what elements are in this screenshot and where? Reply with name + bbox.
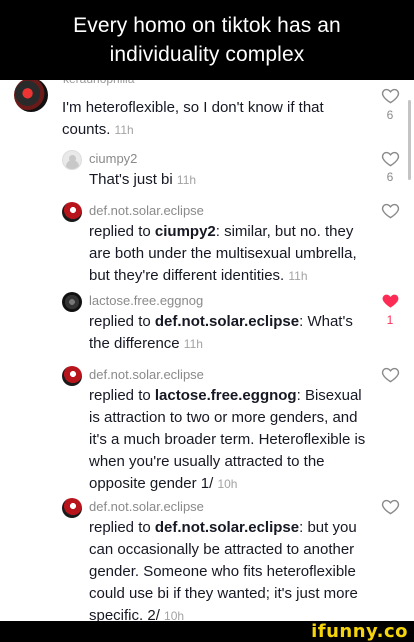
comment-text: I'm heteroflexible, so I don't know if t… — [62, 99, 324, 138]
heart-icon[interactable] — [381, 497, 400, 516]
heart-icon[interactable] — [381, 201, 400, 220]
heart-icon[interactable] — [381, 365, 400, 384]
avatar[interactable] — [62, 202, 82, 222]
reply-to-username[interactable]: lactose.free.eggnog — [155, 387, 297, 404]
comment-username[interactable]: keraunophilia — [63, 80, 134, 86]
comment-text: replied to def.not.solar.eclipse: What's… — [89, 313, 353, 352]
reply-to-username[interactable]: def.not.solar.eclipse — [155, 519, 299, 536]
comment-timestamp: 10h — [164, 609, 185, 621]
reply-to-username[interactable]: def.not.solar.eclipse — [155, 313, 299, 330]
ifunny-watermark: ifunny.co — [311, 621, 408, 642]
avatar[interactable] — [14, 80, 48, 112]
comment-timestamp: 11h — [176, 173, 197, 187]
comment-text: That's just bi 11h — [89, 171, 197, 188]
heart-icon[interactable] — [381, 149, 400, 168]
comment-username[interactable]: def.not.solar.eclipse — [89, 367, 204, 382]
comment-timestamp: 11h — [183, 337, 203, 351]
caption-line-1: Every homo on tiktok has an — [73, 14, 341, 37]
comment-text: replied to lactose.free.eggnog: Bisexual… — [89, 387, 366, 492]
comment-timestamp: 10h — [217, 477, 238, 491]
comment-username[interactable]: ciumpy2 — [89, 151, 137, 166]
like-count: 6 — [386, 108, 394, 122]
heart-filled-icon[interactable] — [381, 291, 400, 310]
heart-icon[interactable] — [381, 86, 400, 105]
comment-text: replied to ciumpy2: similar, but no. the… — [89, 223, 357, 284]
avatar[interactable] — [62, 366, 82, 386]
comment-username[interactable]: def.not.solar.eclipse — [89, 499, 204, 514]
comment-timestamp: 11h — [288, 269, 308, 283]
scrollbar[interactable] — [408, 100, 411, 180]
like-count: 6 — [386, 170, 394, 184]
comment-username[interactable]: lactose.free.eggnog — [89, 293, 203, 308]
avatar[interactable] — [62, 498, 82, 518]
avatar[interactable] — [62, 150, 82, 170]
caption-line-2: individuality complex — [109, 43, 305, 66]
comments-screen: keraunophilia I'm heteroflexible, so I d… — [0, 80, 414, 621]
footer-bar: ifunny.co — [0, 621, 414, 642]
comment-timestamp: 11h — [114, 123, 134, 137]
reply-to-username[interactable]: ciumpy2 — [155, 223, 216, 240]
like-count: 1 — [386, 313, 394, 327]
meme-caption: Every homo on tiktok has an individualit… — [0, 0, 414, 80]
comment-username[interactable]: def.not.solar.eclipse — [89, 203, 204, 218]
comment-text: replied to def.not.solar.eclipse: but yo… — [89, 519, 358, 621]
avatar[interactable] — [62, 292, 82, 312]
